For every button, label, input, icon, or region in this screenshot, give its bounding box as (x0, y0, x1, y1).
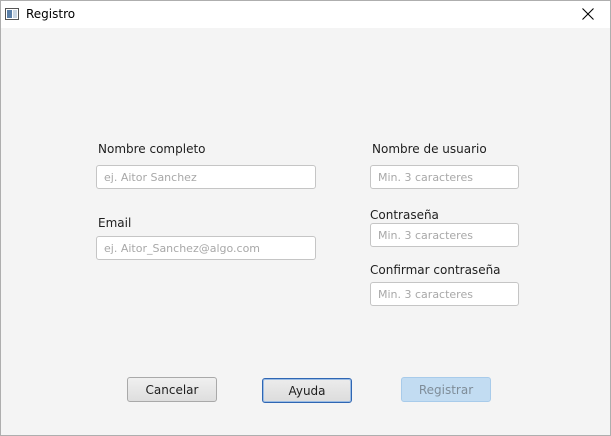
app-window-icon (5, 8, 19, 20)
close-icon (582, 8, 594, 20)
email-input[interactable] (96, 236, 316, 260)
close-button[interactable] (566, 1, 610, 28)
window-title: Registro (26, 7, 76, 21)
registration-window: Registro Nombre completo Email Nombre de… (0, 0, 611, 436)
cancel-button[interactable]: Cancelar (127, 377, 217, 402)
full-name-input[interactable] (96, 165, 316, 189)
confirm-password-label: Confirmar contraseña (370, 263, 501, 277)
username-input[interactable] (370, 165, 519, 189)
password-label: Contraseña (370, 208, 439, 222)
title-bar[interactable]: Registro (1, 1, 610, 28)
email-label: Email (98, 216, 132, 230)
username-label: Nombre de usuario (372, 142, 487, 156)
help-button[interactable]: Ayuda (262, 378, 352, 403)
register-button[interactable]: Registrar (401, 377, 491, 402)
confirm-password-input[interactable] (370, 282, 519, 306)
full-name-label: Nombre completo (98, 142, 206, 156)
password-input[interactable] (370, 223, 519, 247)
